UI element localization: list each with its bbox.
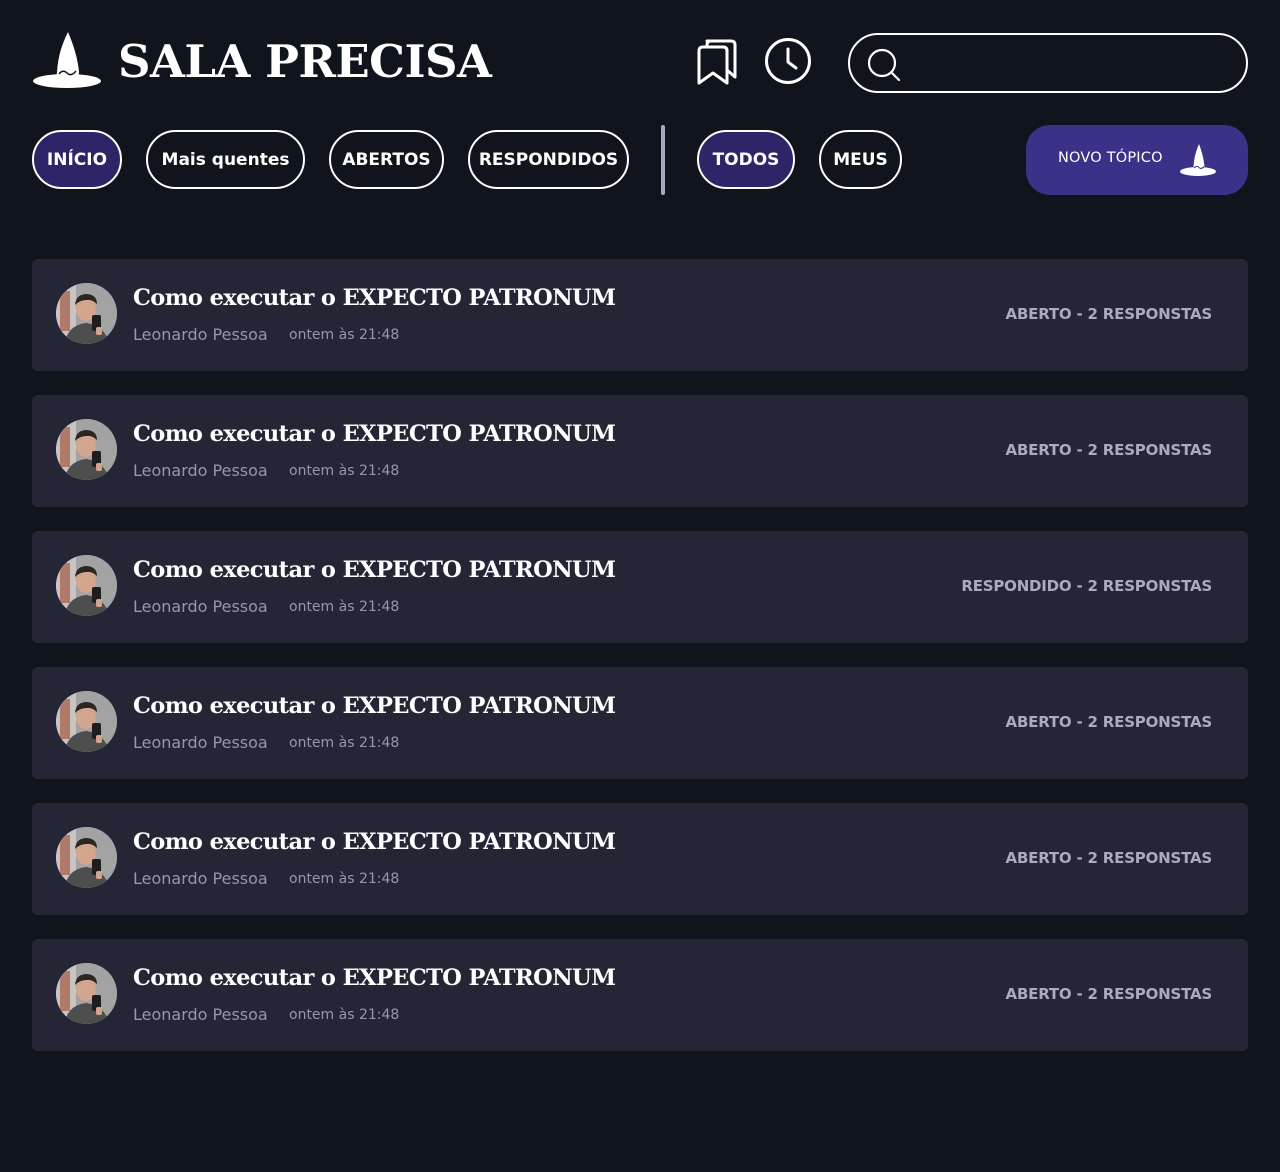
topic-title[interactable]: Como executar o EXPECTO PATRONUM — [133, 283, 616, 313]
topic-date: ontem às 21:48 — [289, 463, 400, 479]
topic-author[interactable]: Leonardo Pessoa — [133, 733, 268, 752]
topic-status: ABERTO - 2 RESPONSTAS — [1005, 849, 1213, 867]
filter-mais-quentes[interactable]: Mais quentes — [146, 130, 305, 189]
filter-inicio[interactable]: INÍCIO — [32, 130, 122, 189]
topic-date: ontem às 21:48 — [289, 599, 400, 615]
topic-author[interactable]: Leonardo Pessoa — [133, 461, 268, 480]
topic-title[interactable]: Como executar o EXPECTO PATRONUM — [133, 963, 616, 993]
topic-card[interactable]: Como executar o EXPECTO PATRONUM Leonard… — [32, 259, 1248, 371]
filter-meus[interactable]: MEUS — [819, 130, 902, 189]
topic-date: ontem às 21:48 — [289, 1007, 400, 1023]
clock-icon[interactable] — [763, 36, 813, 86]
filter-todos[interactable]: TODOS — [697, 130, 795, 189]
topic-date: ontem às 21:48 — [289, 327, 400, 343]
avatar[interactable] — [56, 963, 117, 1024]
topic-date: ontem às 21:48 — [289, 871, 400, 887]
avatar[interactable] — [56, 555, 117, 616]
topic-card[interactable]: Como executar o EXPECTO PATRONUM Leonard… — [32, 939, 1248, 1051]
user-photo-icon — [56, 827, 117, 888]
avatar[interactable] — [56, 691, 117, 752]
topic-status: ABERTO - 2 RESPONSTAS — [1005, 985, 1213, 1003]
topic-card[interactable]: Como executar o EXPECTO PATRONUM Leonard… — [32, 531, 1248, 643]
topic-status: ABERTO - 2 RESPONSTAS — [1005, 441, 1213, 459]
topic-card[interactable]: Como executar o EXPECTO PATRONUM Leonard… — [32, 803, 1248, 915]
user-photo-icon — [56, 283, 117, 344]
user-photo-icon — [56, 419, 117, 480]
new-topic-label: NOVO TÓPICO — [1058, 150, 1163, 166]
search-field[interactable] — [848, 33, 1248, 93]
header: SALA PRECISA — [0, 0, 1280, 120]
topic-status: RESPONDIDO - 2 RESPONSTAS — [961, 577, 1212, 595]
topic-status: ABERTO - 2 RESPONSTAS — [1005, 713, 1213, 731]
search-input[interactable] — [910, 45, 1230, 81]
avatar[interactable] — [56, 419, 117, 480]
wizard-hat-icon[interactable] — [32, 30, 102, 90]
filter-abertos[interactable]: ABERTOS — [329, 130, 444, 189]
filter-divider — [661, 125, 665, 195]
topic-author[interactable]: Leonardo Pessoa — [133, 869, 268, 888]
user-photo-icon — [56, 691, 117, 752]
topic-title[interactable]: Como executar o EXPECTO PATRONUM — [133, 827, 616, 857]
avatar[interactable] — [56, 827, 117, 888]
wizard-hat-icon — [1180, 144, 1216, 176]
topic-status: ABERTO - 2 RESPONSTAS — [1005, 305, 1213, 323]
topic-card[interactable]: Como executar o EXPECTO PATRONUM Leonard… — [32, 395, 1248, 507]
avatar[interactable] — [56, 283, 117, 344]
user-photo-icon — [56, 963, 117, 1024]
user-photo-icon — [56, 555, 117, 616]
topic-title[interactable]: Como executar o EXPECTO PATRONUM — [133, 691, 616, 721]
filter-respondidos[interactable]: RESPONDIDOS — [468, 130, 629, 189]
topic-date: ontem às 21:48 — [289, 735, 400, 751]
topic-author[interactable]: Leonardo Pessoa — [133, 325, 268, 344]
topic-title[interactable]: Como executar o EXPECTO PATRONUM — [133, 419, 616, 449]
topic-author[interactable]: Leonardo Pessoa — [133, 597, 268, 616]
bookmarks-icon[interactable] — [693, 37, 739, 87]
topic-title[interactable]: Como executar o EXPECTO PATRONUM — [133, 555, 616, 585]
topic-card[interactable]: Como executar o EXPECTO PATRONUM Leonard… — [32, 667, 1248, 779]
new-topic-button[interactable]: NOVO TÓPICO — [1026, 125, 1248, 195]
app-title: SALA PRECISA — [118, 35, 492, 88]
topic-author[interactable]: Leonardo Pessoa — [133, 1005, 268, 1024]
search-icon — [867, 48, 901, 82]
